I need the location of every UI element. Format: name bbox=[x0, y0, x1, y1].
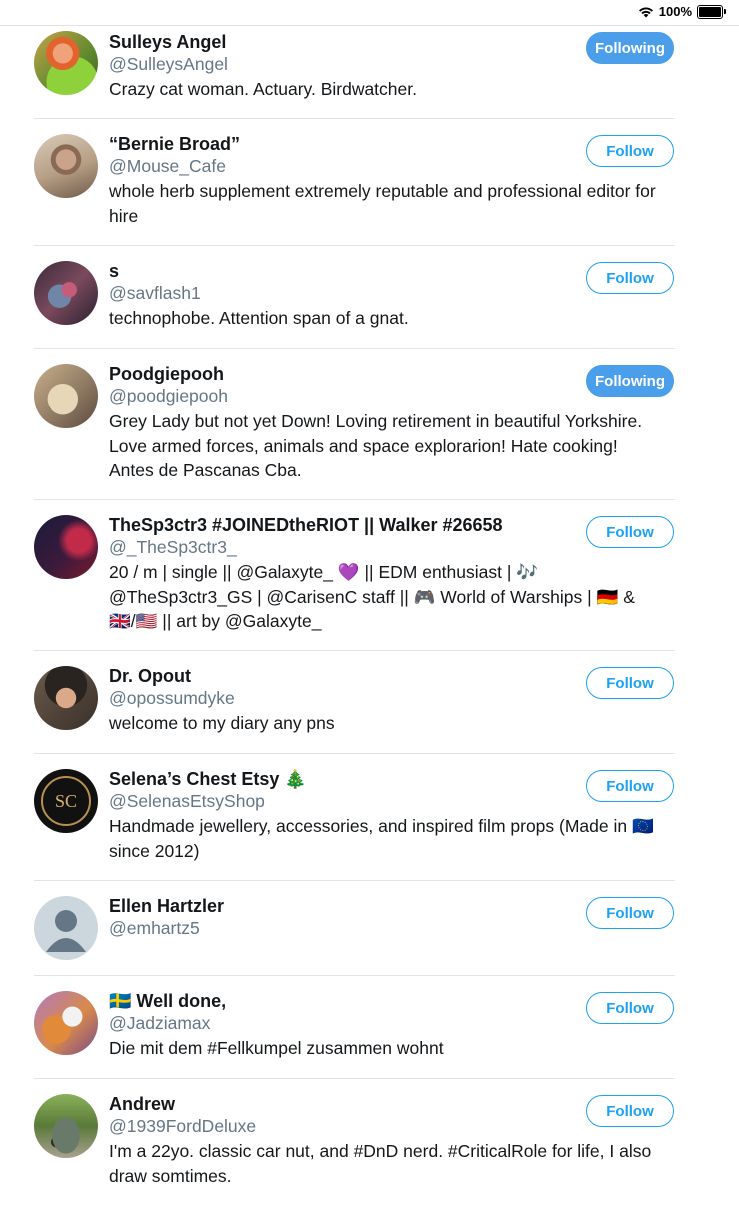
following-button[interactable]: Following bbox=[586, 365, 674, 397]
following-button[interactable]: Following bbox=[586, 32, 674, 64]
avatar[interactable] bbox=[34, 31, 98, 95]
user-bio: welcome to my diary any pns bbox=[109, 713, 335, 733]
avatar[interactable] bbox=[34, 896, 98, 960]
avatar[interactable] bbox=[34, 1094, 98, 1158]
follow-button[interactable]: Follow bbox=[586, 770, 674, 802]
list-item[interactable]: Poodgiepooh @poodgiepooh Grey Lady but n… bbox=[0, 349, 739, 500]
user-bio: 20 / m | single || @Galaxyte_ 💜 || EDM e… bbox=[109, 562, 635, 631]
follow-button[interactable]: Follow bbox=[586, 262, 674, 294]
user-bio: Crazy cat woman. Actuary. Birdwatcher. bbox=[109, 79, 417, 99]
list-item[interactable]: SC Selena’s Chest Etsy 🎄 @SelenasEtsySho… bbox=[0, 754, 739, 881]
avatar[interactable] bbox=[34, 515, 98, 579]
status-indicators: 100% bbox=[638, 4, 726, 19]
avatar[interactable] bbox=[34, 134, 98, 198]
avatar[interactable] bbox=[34, 666, 98, 730]
list-item[interactable]: s @savflash1 technophobe. Attention span… bbox=[0, 246, 739, 349]
follow-button[interactable]: Follow bbox=[586, 135, 674, 167]
follow-button[interactable]: Follow bbox=[586, 667, 674, 699]
list-item[interactable]: 🇸🇪 Well done, @Jadziamax Die mit dem #Fe… bbox=[0, 976, 739, 1079]
avatar[interactable]: SC bbox=[34, 769, 98, 833]
battery-icon bbox=[697, 4, 726, 19]
user-bio: technophobe. Attention span of a gnat. bbox=[109, 308, 409, 328]
follow-button[interactable]: Follow bbox=[586, 1095, 674, 1127]
default-avatar-icon bbox=[46, 910, 86, 952]
follow-button[interactable]: Follow bbox=[586, 992, 674, 1024]
avatar[interactable] bbox=[34, 991, 98, 1055]
user-list: Sulleys Angel @SulleysAngel Crazy cat wo… bbox=[0, 26, 739, 1206]
list-item[interactable]: Sulleys Angel @SulleysAngel Crazy cat wo… bbox=[0, 26, 739, 119]
status-bar: 100% bbox=[0, 0, 739, 26]
user-bio: Handmade jewellery, accessories, and ins… bbox=[109, 816, 654, 861]
avatar[interactable] bbox=[34, 261, 98, 325]
follow-button[interactable]: Follow bbox=[586, 516, 674, 548]
list-item[interactable]: “Bernie Broad” @Mouse_Cafe whole herb su… bbox=[0, 119, 739, 246]
follow-button[interactable]: Follow bbox=[586, 897, 674, 929]
user-bio: Die mit dem #Fellkumpel zusammen wohnt bbox=[109, 1038, 444, 1058]
list-item[interactable]: Andrew @1939FordDeluxe I'm a 22yo. class… bbox=[0, 1079, 739, 1206]
user-bio: whole herb supplement extremely reputabl… bbox=[109, 181, 656, 226]
list-item[interactable]: Ellen Hartzler @emhartz5 Follow bbox=[0, 881, 739, 976]
avatar[interactable] bbox=[34, 364, 98, 428]
logo-icon: SC bbox=[41, 776, 91, 826]
wifi-icon bbox=[638, 7, 653, 17]
battery-percent: 100% bbox=[658, 4, 692, 19]
user-bio: Grey Lady but not yet Down! Loving retir… bbox=[109, 411, 643, 480]
user-bio: I'm a 22yo. classic car nut, and #DnD ne… bbox=[109, 1141, 652, 1186]
list-item[interactable]: Dr. Opout @opossumdyke welcome to my dia… bbox=[0, 651, 739, 754]
list-item[interactable]: TheSp3ctr3 #JOINEDtheRIOT || Walker #266… bbox=[0, 500, 739, 651]
